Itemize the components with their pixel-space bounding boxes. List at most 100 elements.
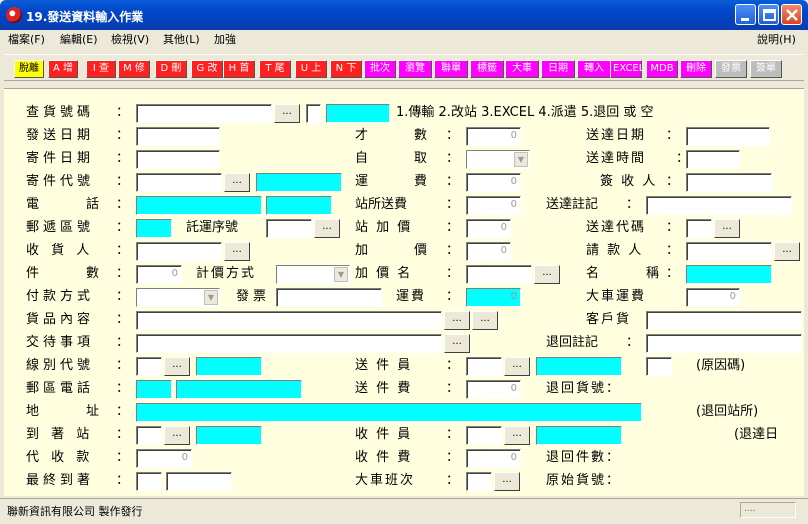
last-button[interactable]: T 尾 xyxy=(259,60,291,78)
query-no-input[interactable] xyxy=(136,104,272,123)
reason-code-input[interactable] xyxy=(646,357,672,376)
claimant-lookup-button[interactable]: ... xyxy=(774,242,800,261)
truck-button[interactable]: 大車 xyxy=(505,60,539,78)
cai-input[interactable]: 0 xyxy=(466,127,521,146)
menu-view[interactable]: 檢視(V) xyxy=(111,31,149,47)
prev-button[interactable]: U 上 xyxy=(295,60,327,78)
sender-name-input[interactable] xyxy=(256,173,342,192)
label-button[interactable]: 標籤 xyxy=(470,60,504,78)
arrival-lookup-button[interactable]: ... xyxy=(164,426,190,445)
goods-input[interactable] xyxy=(136,311,442,330)
add-input[interactable]: 0 xyxy=(466,242,511,261)
return-note-input[interactable] xyxy=(646,334,802,353)
zip-input[interactable] xyxy=(136,219,172,238)
pieces-input[interactable]: 0 xyxy=(136,265,182,284)
courier-name-input[interactable] xyxy=(536,357,622,376)
deliver-time-input[interactable] xyxy=(686,150,740,169)
consign-lookup-button[interactable]: ... xyxy=(314,219,340,238)
self-pickup-select[interactable]: ▼ xyxy=(466,150,530,169)
name-input[interactable] xyxy=(686,265,772,284)
truck-fee-input[interactable]: 0 xyxy=(686,288,740,307)
close-button[interactable] xyxy=(781,4,802,25)
add-name-lookup-button[interactable]: ... xyxy=(534,265,560,284)
detach-button[interactable]: 脫離 xyxy=(14,60,44,78)
collector-name-input[interactable] xyxy=(536,426,622,445)
mail-date-input[interactable] xyxy=(136,150,220,169)
add-button[interactable]: A 增 xyxy=(48,60,78,78)
truck-shift-lookup-button[interactable]: ... xyxy=(494,472,520,491)
menu-file[interactable]: 檔案(F) xyxy=(8,31,45,47)
arrival-name-input[interactable] xyxy=(196,426,262,445)
query-flag-input[interactable] xyxy=(306,104,321,123)
instructions-input[interactable] xyxy=(136,334,442,353)
mdb-button[interactable]: MDB xyxy=(646,60,678,78)
change-button[interactable]: G 改 xyxy=(191,60,223,78)
delete-button[interactable]: D 刪 xyxy=(155,60,187,78)
menu-other[interactable]: 其他(L) xyxy=(163,31,200,47)
final-code-input[interactable] xyxy=(136,472,162,491)
instructions-lookup-button[interactable]: ... xyxy=(444,334,470,353)
collector-input[interactable] xyxy=(466,426,502,445)
import-button[interactable]: 轉入 xyxy=(577,60,611,78)
claimant-input[interactable] xyxy=(686,242,772,261)
goods-lookup-button-2[interactable]: ... xyxy=(472,311,498,330)
send-date-input[interactable] xyxy=(136,127,220,146)
deliver-code-lookup-button[interactable]: ... xyxy=(714,219,740,238)
waybill-button[interactable]: 聯單 xyxy=(434,60,468,78)
minimize-button[interactable] xyxy=(735,4,756,25)
courier-input[interactable] xyxy=(466,357,502,376)
sender-lookup-button[interactable]: ... xyxy=(224,173,250,192)
cod-input[interactable]: 0 xyxy=(136,449,192,468)
query-button[interactable]: I 查 xyxy=(86,60,116,78)
remove-button[interactable]: 刪除 xyxy=(680,60,712,78)
route-code-input[interactable] xyxy=(136,357,162,376)
signer-input[interactable] xyxy=(686,173,772,192)
invoice-button[interactable]: 發票 xyxy=(715,60,747,78)
chevron-down-icon[interactable]: ▼ xyxy=(514,152,528,167)
maximize-button[interactable] xyxy=(758,4,779,25)
chevron-down-icon[interactable]: ▼ xyxy=(334,267,348,282)
pricing-select[interactable]: ▼ xyxy=(276,265,350,284)
deliver-date-input[interactable] xyxy=(686,127,770,146)
menu-enhance[interactable]: 加強 xyxy=(214,31,236,47)
browse-button[interactable]: 瀏覽 xyxy=(398,60,432,78)
zip2-input[interactable] xyxy=(136,380,172,399)
collector-lookup-button[interactable]: ... xyxy=(504,426,530,445)
customer-goods-input[interactable] xyxy=(646,311,802,330)
courier-lookup-button[interactable]: ... xyxy=(504,357,530,376)
arrival-code-input[interactable] xyxy=(136,426,162,445)
freight-input[interactable]: 0 xyxy=(466,173,521,192)
chevron-down-icon[interactable]: ▼ xyxy=(204,290,218,305)
payment-select[interactable]: ▼ xyxy=(136,288,220,307)
signoff-button[interactable]: 簽單 xyxy=(750,60,782,78)
station-add-input[interactable]: 0 xyxy=(466,219,511,238)
final-name-input[interactable] xyxy=(166,472,232,491)
phone-input[interactable] xyxy=(136,196,262,215)
fee-input[interactable]: 0 xyxy=(466,288,521,307)
first-button[interactable]: H 首 xyxy=(223,60,255,78)
deliver-code-input[interactable] xyxy=(686,219,712,238)
deliver-note-input[interactable] xyxy=(646,196,792,215)
consign-seq-input[interactable] xyxy=(266,219,312,238)
query-lookup-button[interactable]: ... xyxy=(274,104,300,123)
menu-edit[interactable]: 編輯(E) xyxy=(60,31,98,47)
goods-lookup-button[interactable]: ... xyxy=(444,311,470,330)
phone2-input[interactable] xyxy=(176,380,302,399)
receiver-lookup-button[interactable]: ... xyxy=(224,242,250,261)
receiver-input[interactable] xyxy=(136,242,222,261)
address-input[interactable] xyxy=(136,403,642,422)
sender-code-input[interactable] xyxy=(136,173,222,192)
station-fee-input[interactable]: 0 xyxy=(466,196,521,215)
invoice-input[interactable] xyxy=(276,288,382,307)
delivery-fee-input[interactable]: 0 xyxy=(466,380,521,399)
truck-shift-input[interactable] xyxy=(466,472,492,491)
date-button[interactable]: 日期 xyxy=(541,60,575,78)
modify-button[interactable]: M 修 xyxy=(118,60,150,78)
next-button[interactable]: N 下 xyxy=(330,60,362,78)
collect-fee-input[interactable]: 0 xyxy=(466,449,521,468)
phone-ext-input[interactable] xyxy=(266,196,332,215)
add-name-input[interactable] xyxy=(466,265,532,284)
route-lookup-button[interactable]: ... xyxy=(164,357,190,376)
batch-button[interactable]: 批次 xyxy=(364,60,396,78)
route-name-input[interactable] xyxy=(196,357,262,376)
